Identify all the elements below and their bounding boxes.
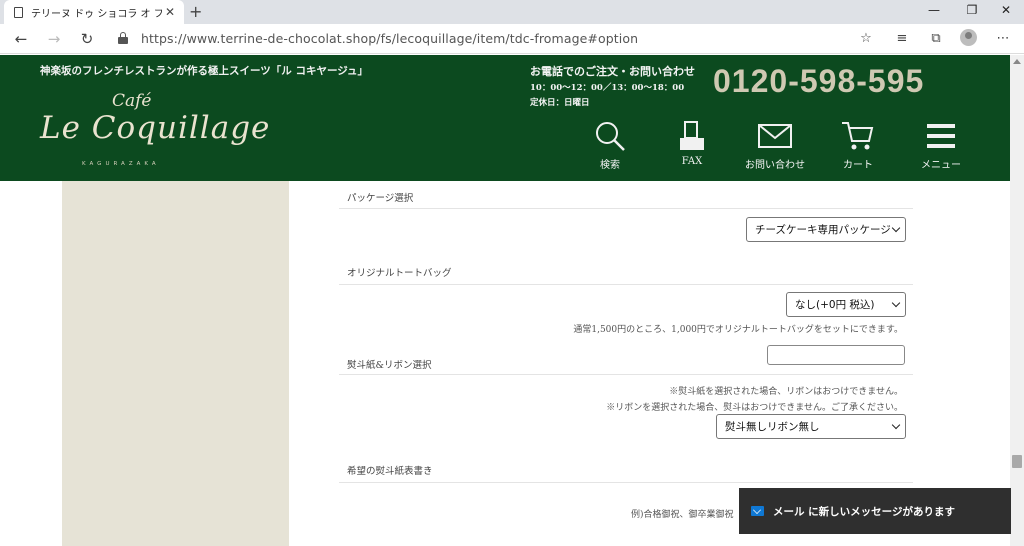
closed-day: 定休日：日曜日 — [530, 98, 590, 108]
chevron-down-icon — [891, 420, 901, 430]
browser-tab-bar: テリーヌ ドゥ ショコラ オ フロマージュ 窯 ✕ + — ❐ ✕ — [0, 0, 1024, 24]
phone-number[interactable]: 0120-598-595 — [713, 63, 924, 100]
noshi-text-example: 例)合格御祝、御卒業御祝 — [631, 510, 734, 520]
browser-toolbar: ← → ↻ https://www.terrine-de-chocolat.sh… — [0, 24, 1024, 54]
site-tagline: 神楽坂のフレンチレストランが作る極上スイーツ「ル コキヤージュ」 — [40, 65, 368, 77]
mail-icon — [740, 119, 810, 153]
scrollbar-thumb[interactable] — [1012, 455, 1022, 468]
browser-tab[interactable]: テリーヌ ドゥ ショコラ オ フロマージュ 窯 ✕ — [4, 0, 184, 24]
search-icon — [575, 119, 645, 153]
more-options-icon[interactable]: ⋯ — [993, 29, 1013, 49]
page-scrollbar[interactable] — [1010, 55, 1024, 546]
page-icon — [14, 6, 23, 18]
noshi-select[interactable]: 熨斗無しリボン無し — [716, 414, 906, 439]
mail-app-icon — [751, 506, 764, 516]
chevron-down-icon — [891, 298, 901, 308]
noshi-text-section-label: 希望の熨斗紙表書き — [347, 466, 433, 477]
search-nav-button[interactable]: 検索 — [575, 119, 645, 171]
contact-nav-label: お問い合わせ — [745, 160, 805, 171]
back-icon[interactable]: ← — [10, 28, 32, 50]
divider — [339, 208, 913, 209]
fax-nav-button[interactable]: FAX — [657, 119, 727, 167]
tote-select-value: なし(+0円 税込) — [795, 299, 875, 311]
noshi-select-value: 熨斗無しリボン無し — [725, 421, 820, 433]
divider — [339, 482, 913, 483]
fax-icon — [657, 119, 727, 153]
scroll-up-arrow-icon[interactable] — [1013, 59, 1021, 64]
site-logo[interactable]: Le Coquillage — [40, 110, 270, 146]
mail-notification-toast[interactable]: メール に新しいメッセージがあります — [739, 488, 1011, 534]
menu-nav-button[interactable]: メニュー — [906, 119, 976, 171]
contact-nav-button[interactable]: お問い合わせ — [740, 119, 810, 171]
logo-subtitle: KAGURAZAKA — [82, 161, 160, 167]
refresh-icon[interactable]: ↻ — [76, 28, 98, 50]
chevron-down-icon — [891, 223, 901, 233]
phone-order-heading: お電話でのご注文・お問い合わせ — [530, 65, 695, 78]
favorite-star-icon[interactable]: ☆ — [856, 29, 876, 49]
new-tab-button[interactable]: + — [189, 2, 202, 21]
toast-message: メール に新しいメッセージがあります — [773, 505, 955, 518]
noshi-section-label: 熨斗紙&リボン選択 — [347, 360, 432, 371]
tab-close-button[interactable]: ✕ — [162, 5, 178, 19]
cart-icon — [823, 119, 893, 153]
cart-nav-button[interactable]: カート — [823, 119, 893, 171]
package-select[interactable]: チーズケーキ専用パッケージ — [746, 217, 906, 242]
business-hours: 10：00〜12：00／13：00〜18：00 — [530, 83, 685, 93]
package-select-value: チーズケーキ専用パッケージ — [755, 224, 891, 236]
tote-section-label: オリジナルトートバッグ — [347, 268, 452, 279]
package-section-label: パッケージ選択 — [347, 193, 414, 204]
lock-icon[interactable] — [118, 32, 128, 44]
cart-nav-label: カート — [843, 160, 873, 171]
divider — [339, 374, 913, 375]
forward-icon: → — [47, 30, 61, 48]
tote-note: 通常1,500円のところ、1,000円でオリジナルトートバッグをセットにできます… — [573, 325, 903, 335]
logo-cafe-text[interactable]: Café — [112, 91, 152, 111]
search-nav-label: 検索 — [600, 160, 620, 171]
noshi-text-input[interactable] — [767, 345, 905, 365]
address-bar-url[interactable]: https://www.terrine-de-chocolat.shop/fs/… — [141, 31, 638, 46]
menu-nav-label: メニュー — [921, 160, 961, 171]
sidebar — [62, 181, 289, 546]
divider — [339, 284, 913, 285]
tab-title: テリーヌ ドゥ ショコラ オ フロマージュ 窯 — [31, 8, 162, 20]
profile-avatar[interactable] — [960, 29, 977, 46]
hamburger-menu-icon — [906, 119, 976, 153]
site-header: 神楽坂のフレンチレストランが作る極上スイーツ「ル コキヤージュ」 Café Le… — [0, 55, 1024, 181]
collections-icon[interactable]: ⧉ — [926, 29, 946, 49]
minimize-button[interactable]: — — [924, 3, 944, 17]
restore-button[interactable]: ❐ — [962, 3, 982, 17]
noshi-note-2: ※リボンを選択された場合、熨斗はおつけできません。ご了承ください。 — [606, 403, 903, 413]
fax-nav-label: FAX — [681, 156, 703, 167]
close-window-button[interactable]: ✕ — [996, 3, 1016, 17]
tote-select[interactable]: なし(+0円 税込) — [786, 292, 906, 317]
favorites-list-icon[interactable]: ≡ — [892, 29, 912, 49]
noshi-note-1: ※熨斗紙を選択された場合、リボンはおつけできません。 — [669, 387, 903, 397]
